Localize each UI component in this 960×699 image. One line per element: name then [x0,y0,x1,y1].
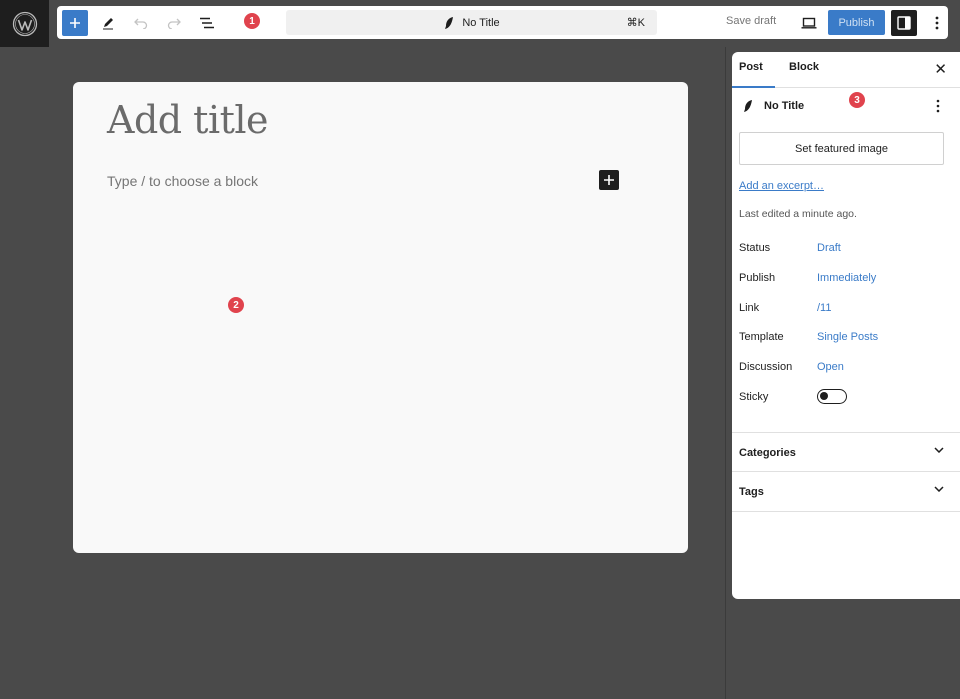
redo-button[interactable] [161,10,187,36]
options-menu-button[interactable] [924,10,950,36]
redo-icon [167,18,181,29]
publish-row: Publish Immediately [739,272,876,284]
preview-button[interactable] [796,10,822,36]
toggle-knob [820,392,828,400]
command-palette-bar[interactable]: No Title ⌘K [286,10,657,35]
publish-value[interactable]: Immediately [817,272,876,284]
document-summary: No Title [742,99,804,113]
add-block-button[interactable] [599,170,619,190]
save-draft-button[interactable]: Save draft [726,15,776,27]
sticky-row: Sticky [739,391,817,403]
sidebar-icon [897,16,911,30]
editor-toolbar: 1 No Title ⌘K Save draft Publish [57,6,948,39]
sidebar-tabs: Post Block ✕ [732,52,960,88]
annotation-badge-3: 3 [849,92,865,108]
tools-button[interactable] [95,10,121,36]
wordpress-icon [12,11,37,36]
tab-block[interactable]: Block [789,61,819,73]
status-row: Status Draft [739,242,841,254]
plus-icon [604,175,614,185]
set-featured-image-button[interactable]: Set featured image [739,132,944,165]
more-vertical-icon [936,99,940,113]
last-edited-text: Last edited a minute ago. [739,208,857,220]
discussion-row: Discussion Open [739,361,844,373]
undo-icon [134,18,148,29]
editor-canvas[interactable]: Add title Type / to choose a block [73,82,688,553]
sticky-toggle[interactable] [817,389,847,404]
settings-sidebar: Post Block ✕ No Title 3 Set featured ima… [732,52,960,599]
categories-panel[interactable]: Categories [732,432,960,472]
panel-divider [732,511,960,512]
chevron-down-icon [934,486,944,492]
template-label: Template [739,331,784,343]
link-value[interactable]: /11 [817,302,831,314]
sticky-label: Sticky [739,391,769,403]
publish-label: Publish [739,272,776,284]
pencil-icon [103,18,113,30]
link-label: Link [739,302,760,314]
annotation-badge-1: 1 [244,13,260,29]
template-value[interactable]: Single Posts [817,331,878,343]
undo-button[interactable] [128,10,154,36]
tags-panel[interactable]: Tags [732,471,960,511]
close-icon[interactable]: ✕ [934,60,947,78]
post-title-input[interactable]: Add title [107,98,269,142]
block-placeholder[interactable]: Type / to choose a block [107,173,258,189]
discussion-value[interactable]: Open [817,361,844,373]
template-row: Template Single Posts [739,331,878,343]
editor-divider [725,47,726,699]
document-actions-button[interactable] [936,99,940,116]
post-feather-icon [445,16,454,29]
list-view-icon [200,17,214,29]
chevron-down-icon [934,447,944,453]
status-value[interactable]: Draft [817,242,841,254]
block-inserter-button[interactable] [62,10,88,36]
desktop-preview-icon [801,17,817,29]
wordpress-logo[interactable] [0,0,49,47]
publish-button[interactable]: Publish [828,10,885,35]
document-overview-button[interactable] [194,10,220,36]
more-vertical-icon [935,16,939,30]
active-tab-indicator [732,86,775,88]
document-title: No Title [764,100,805,112]
link-row: Link /11 [739,302,831,314]
post-feather-icon [744,100,752,112]
discussion-label: Discussion [739,361,793,373]
command-shortcut: ⌘K [626,17,645,29]
status-label: Status [739,242,771,254]
settings-toggle-button[interactable] [891,10,917,36]
categories-label: Categories [739,446,796,459]
command-title: No Title [462,16,500,29]
tab-post[interactable]: Post [739,61,763,73]
tags-label: Tags [739,485,764,498]
plus-icon [70,18,80,28]
add-excerpt-link[interactable]: Add an excerpt… [739,180,824,192]
annotation-badge-2: 2 [228,297,244,313]
